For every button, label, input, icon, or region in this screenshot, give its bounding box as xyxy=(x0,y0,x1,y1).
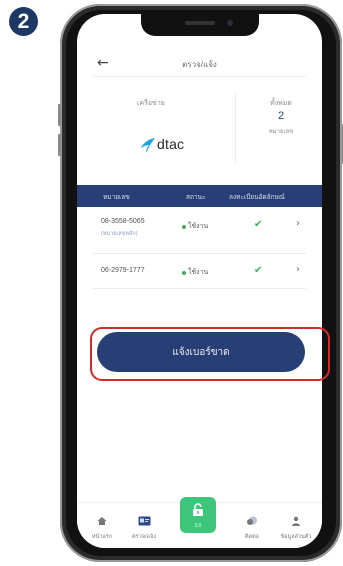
nav-home[interactable]: หน้าแรก xyxy=(80,511,124,541)
column-header-number: หมายเลข xyxy=(103,194,130,201)
nav-label: หน้าแรก xyxy=(91,534,113,540)
chevron-right-icon[interactable]: › xyxy=(296,218,300,229)
summary-separator xyxy=(235,92,236,164)
dtac-swoosh-icon xyxy=(141,138,155,153)
phone-side-button xyxy=(58,104,61,126)
total-count: 2 xyxy=(277,110,285,122)
phone-notch xyxy=(141,14,259,36)
nav-label: 3.0 xyxy=(194,523,202,529)
highlight-annotation xyxy=(90,327,330,381)
status-text: ใช้งาน xyxy=(188,223,209,230)
table-row[interactable]: 08-3558-5065 (หมายเลขหลัก) ใช้งาน ✔ › xyxy=(77,207,322,253)
person-icon xyxy=(292,516,300,526)
network-label: เครือข่าย xyxy=(137,100,165,107)
nav-contact[interactable]: ติดต่อ xyxy=(230,511,274,541)
chat-icon xyxy=(247,516,257,525)
total-unit: หมายเลข xyxy=(268,129,294,135)
nav-check-report[interactable]: ตรวจ/แจ้ง xyxy=(122,511,166,541)
chevron-right-icon[interactable]: › xyxy=(296,264,300,275)
unlock-icon xyxy=(193,503,203,516)
phone-side-button xyxy=(58,134,61,156)
column-header-status: สถานะ xyxy=(186,194,206,201)
status-text: ใช้งาน xyxy=(188,269,209,276)
table-row[interactable]: 06-2979-1777 ใช้งาน ✔ › xyxy=(77,254,322,288)
table-header: หมายเลข สถานะ ลงทะเบียนอัตลักษณ์ xyxy=(77,185,322,207)
column-header-identity: ลงทะเบียนอัตลักษณ์ xyxy=(229,194,285,201)
check-icon: ✔ xyxy=(254,265,263,276)
status-dot-icon xyxy=(182,225,186,229)
page-title: ตรวจ/แจ้ง xyxy=(182,60,217,69)
header-divider xyxy=(93,76,306,77)
nav-label: ติดต่อ xyxy=(244,534,260,540)
phone-number-note: (หมายเลขหลัก) xyxy=(101,231,138,237)
nav-label: ข้อมูลส่วนตัว xyxy=(280,534,312,540)
step-number-badge: 2 xyxy=(9,7,38,36)
id-card-icon xyxy=(138,516,150,526)
phone-number: 06-2979-1777 xyxy=(101,267,145,274)
bottom-navigation: หน้าแรก ตรวจ/แจ้ง 3.0 ติดต่อ ข้อมูลส่วนต… xyxy=(77,497,322,548)
row-divider xyxy=(93,288,306,289)
home-icon xyxy=(97,517,107,525)
nav-center-unlock[interactable]: 3.0 xyxy=(180,497,216,533)
phone-number: 08-3558-5065 xyxy=(101,218,145,225)
nav-profile[interactable]: ข้อมูลส่วนตัว xyxy=(274,511,318,541)
status-dot-icon xyxy=(182,271,186,275)
check-icon: ✔ xyxy=(254,219,263,230)
operator-name: dtac xyxy=(157,136,185,152)
phone-screen: ← ตรวจ/แจ้ง เครือข่าย dtac ทั้งหมด 2 หมา… xyxy=(77,14,322,548)
total-label: ทั้งหมด xyxy=(270,100,292,107)
nav-label: ตรวจ/แจ้ง xyxy=(132,534,156,540)
